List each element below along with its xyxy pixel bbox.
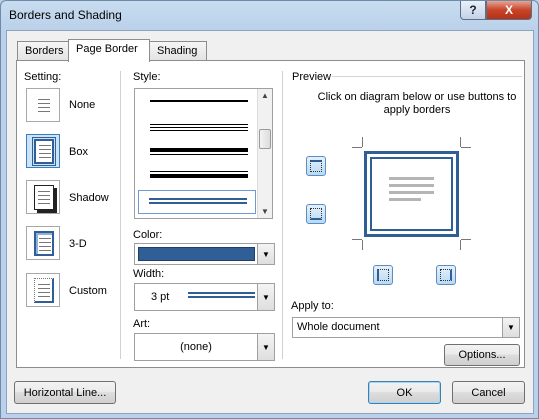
setting-custom-icon[interactable] xyxy=(26,273,60,307)
tab-borders[interactable]: Borders xyxy=(17,41,69,61)
help-button[interactable]: ? xyxy=(460,1,486,20)
right-border-button[interactable] xyxy=(436,265,456,285)
art-label: Art: xyxy=(133,318,151,330)
dialog-client: Borders Page Border Shading Setting: Non… xyxy=(6,30,534,414)
style-item[interactable] xyxy=(138,91,256,115)
art-value: (none) xyxy=(180,341,212,353)
color-label: Color: xyxy=(133,229,163,241)
page-border-panel: Setting: None Box Shadow 3-D Custom Styl… xyxy=(16,60,525,368)
chevron-down-icon[interactable]: ▼ xyxy=(502,318,519,337)
column-divider xyxy=(282,71,283,359)
setting-3d-icon[interactable] xyxy=(26,226,60,260)
ok-button[interactable]: OK xyxy=(368,381,441,404)
apply-to-value: Whole document xyxy=(297,321,380,333)
scroll-thumb[interactable] xyxy=(259,129,271,149)
style-item[interactable] xyxy=(138,139,256,163)
style-item-selected[interactable] xyxy=(138,190,256,214)
apply-to-label: Apply to: xyxy=(291,300,334,312)
preview-instruction: Click on diagram below or use buttons to… xyxy=(317,91,517,116)
scroll-down-icon[interactable]: ▼ xyxy=(261,207,269,216)
style-item[interactable] xyxy=(138,163,256,187)
apply-to-dropdown[interactable]: Whole document ▼ xyxy=(292,317,520,338)
cancel-button[interactable]: Cancel xyxy=(452,381,525,404)
chevron-down-icon[interactable]: ▼ xyxy=(257,244,274,264)
width-dropdown[interactable]: 3 pt ▼ xyxy=(134,283,275,311)
style-listbox[interactable]: ▲ ▼ xyxy=(134,88,273,219)
style-item[interactable] xyxy=(138,115,256,139)
dialog-window: Borders and Shading ? X Borders Page Bor… xyxy=(0,0,539,419)
scroll-up-icon[interactable]: ▲ xyxy=(261,91,269,100)
setting-box-label[interactable]: Box xyxy=(69,146,88,158)
setting-shadow-label[interactable]: Shadow xyxy=(69,192,109,204)
setting-custom-label[interactable]: Custom xyxy=(69,285,107,297)
color-dropdown[interactable]: ▼ xyxy=(134,243,275,265)
column-divider xyxy=(120,71,121,359)
left-border-button[interactable] xyxy=(373,265,393,285)
chevron-down-icon[interactable]: ▼ xyxy=(257,284,274,310)
bottom-border-button[interactable] xyxy=(306,204,326,224)
setting-none-label[interactable]: None xyxy=(69,99,95,111)
width-label: Width: xyxy=(133,268,165,280)
setting-none-icon[interactable] xyxy=(26,88,60,122)
style-label: Style: xyxy=(133,71,161,83)
setting-label: Setting: xyxy=(24,71,62,83)
preview-label: Preview xyxy=(292,71,332,83)
window-title: Borders and Shading xyxy=(9,8,122,22)
setting-shadow-icon[interactable] xyxy=(26,180,60,214)
options-button[interactable]: Options... xyxy=(444,344,520,366)
horizontal-line-button[interactable]: Horizontal Line... xyxy=(14,381,116,404)
color-swatch xyxy=(138,247,255,261)
setting-box-icon[interactable] xyxy=(26,134,60,168)
title-bar: Borders and Shading ? X xyxy=(1,1,538,29)
setting-3d-label[interactable]: 3-D xyxy=(69,238,87,250)
style-scrollbar[interactable]: ▲ ▼ xyxy=(257,89,272,218)
preview-diagram[interactable] xyxy=(364,151,459,237)
close-button[interactable]: X xyxy=(486,1,532,20)
tab-page-border[interactable]: Page Border xyxy=(68,39,150,62)
width-value: 3 pt xyxy=(151,291,170,303)
tab-shading[interactable]: Shading xyxy=(149,41,207,61)
top-border-button[interactable] xyxy=(306,156,326,176)
chevron-down-icon[interactable]: ▼ xyxy=(257,334,274,360)
art-dropdown[interactable]: (none) ▼ xyxy=(134,333,275,361)
